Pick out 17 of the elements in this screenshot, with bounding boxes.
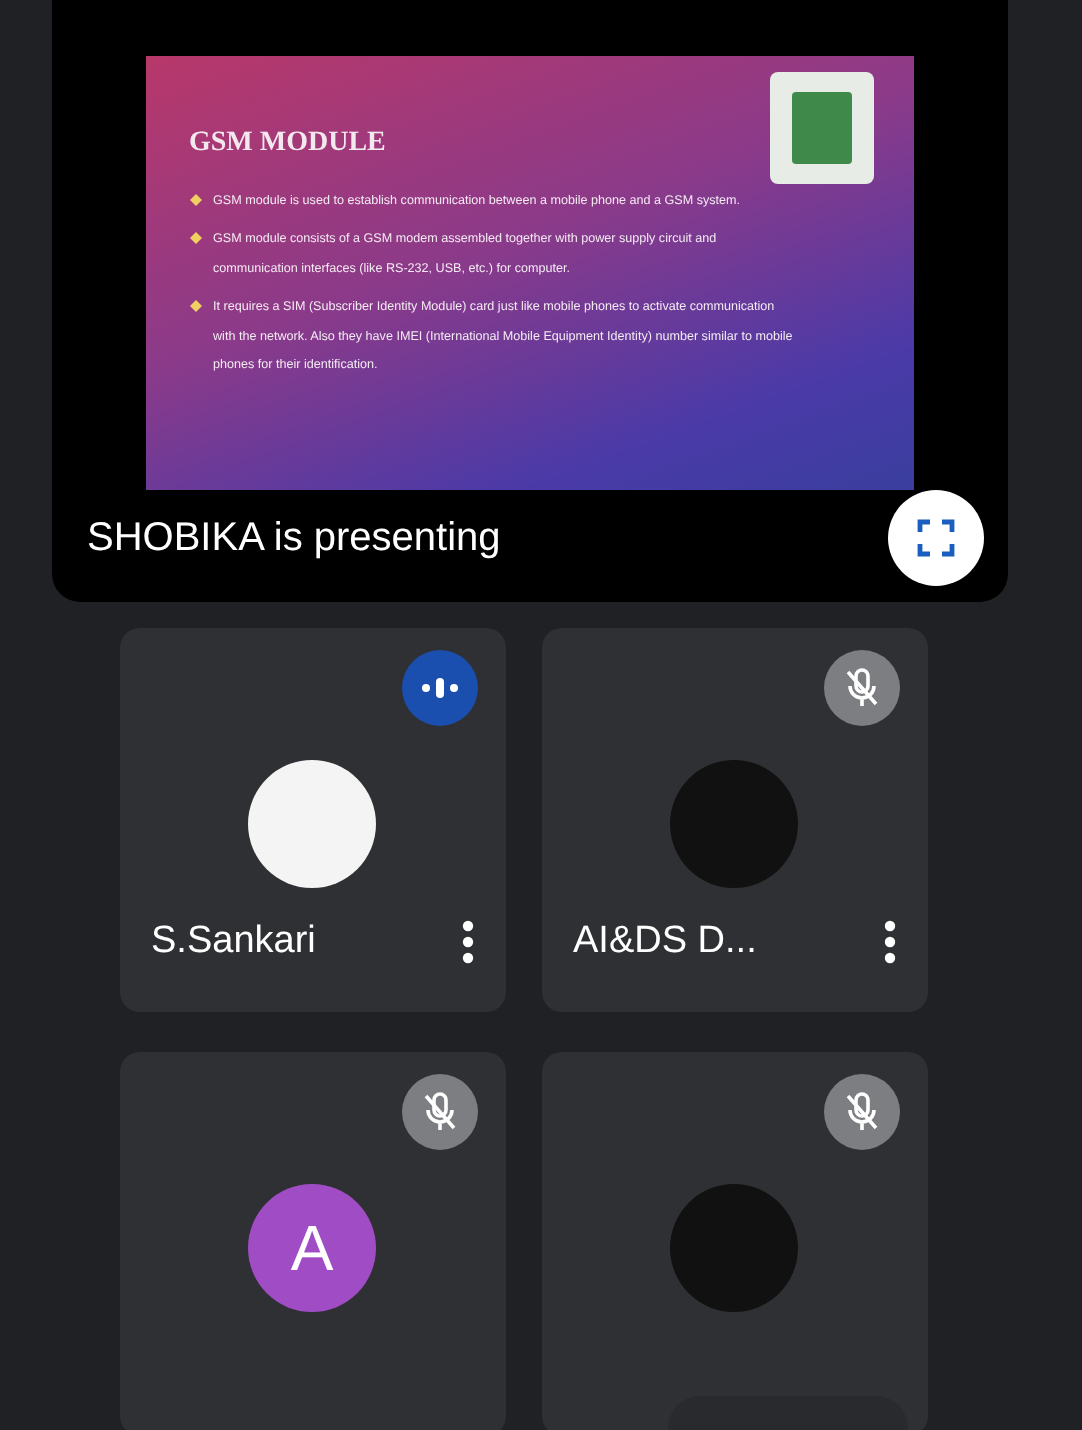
fullscreen-button[interactable]: [887, 490, 983, 586]
mic-off-icon: [421, 1092, 457, 1132]
avatar-initial: A: [248, 1184, 376, 1312]
participant-name: AI&DS D...: [573, 920, 757, 964]
slide-title: GSM MODULE: [189, 128, 388, 160]
mic-off-icon: [843, 1092, 879, 1132]
audio-level-icon: [421, 678, 457, 698]
more-vertical-icon: [461, 920, 473, 964]
mic-off-icon: [843, 668, 879, 708]
bullet-icon: [189, 194, 201, 206]
photo-placeholder: [769, 72, 873, 184]
presenting-caption: SHOBIKA is presenting: [87, 515, 501, 561]
participant-name: S.Sankari: [151, 920, 316, 964]
fullscreen-icon: [915, 518, 955, 558]
more-vertical-icon: [883, 920, 895, 964]
bullet-icon: [189, 232, 201, 245]
bullet-icon: [189, 300, 201, 313]
